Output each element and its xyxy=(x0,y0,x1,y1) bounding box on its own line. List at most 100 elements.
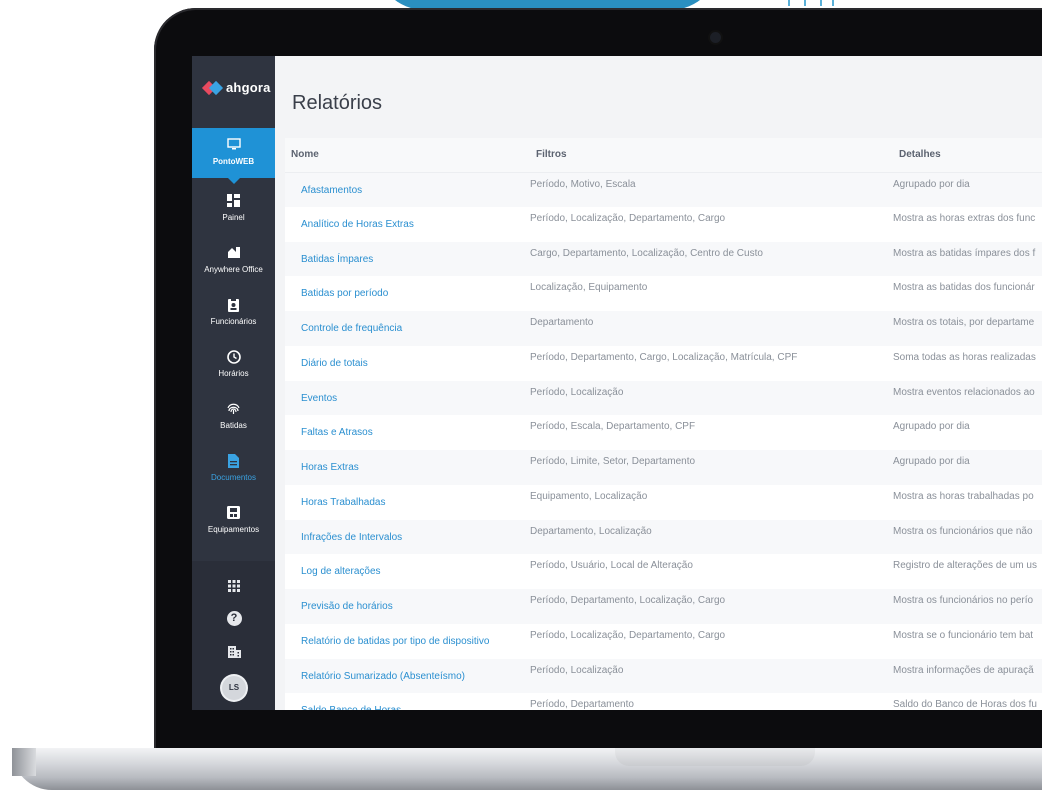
report-name-link[interactable]: Horas Trabalhadas xyxy=(285,484,530,520)
report-filters: Período, Localização, Departamento, Carg… xyxy=(530,206,893,242)
page-title: Relatórios xyxy=(292,92,383,114)
sidebar: ahgora PontoWEB Painel Anywhere Office F… xyxy=(192,56,275,710)
table-row[interactable]: Analítico de Horas Extras Período, Local… xyxy=(285,206,1042,242)
dashboard-icon xyxy=(192,194,275,210)
clock-icon xyxy=(192,350,275,366)
report-details: Registro de alterações de um us xyxy=(893,554,1042,589)
report-details: Agrupado por dia xyxy=(893,415,1042,450)
report-details: Mostra os totais, por departame xyxy=(893,311,1042,346)
report-details: Mostra as batidas dos funcionár xyxy=(893,276,1042,311)
column-header-detalhes[interactable]: Detalhes xyxy=(893,138,1042,173)
sidebar-item-anywhere-office[interactable]: Anywhere Office xyxy=(192,246,275,296)
sidebar-item-batidas[interactable]: Batidas xyxy=(192,402,275,452)
sidebar-item-label: Anywhere Office xyxy=(204,265,263,274)
sidebar-item-label: Horários xyxy=(218,369,249,378)
sidebar-item-label: Equipamentos xyxy=(207,525,260,534)
reports-table-card: Nome Filtros Detalhes Afastamentos Perío… xyxy=(285,138,1042,710)
sidebar-item-painel[interactable]: Painel xyxy=(192,194,275,244)
report-filters: Equipamento, Localização xyxy=(530,484,893,520)
report-name-link[interactable]: Previsão de horários xyxy=(285,589,530,624)
device-icon xyxy=(192,506,275,522)
column-header-nome[interactable]: Nome xyxy=(285,138,530,173)
table-row[interactable]: Horas Trabalhadas Equipamento, Localizaç… xyxy=(285,484,1042,520)
laptop-notch xyxy=(615,748,815,766)
logo-text: ahgora xyxy=(226,80,271,95)
report-details: Mostra eventos relacionados ao xyxy=(893,380,1042,416)
report-filters: Período, Localização, Departamento, Carg… xyxy=(530,623,893,659)
report-filters: Departamento, Localização xyxy=(530,519,893,555)
sidebar-item-documentos[interactable]: Documentos xyxy=(192,454,275,504)
sidebar-item-pontoweb[interactable]: PontoWEB xyxy=(192,128,275,184)
table-row[interactable]: Faltas e Atrasos Período, Escala, Depart… xyxy=(285,415,1042,450)
table-row[interactable]: Previsão de horários Período, Departamen… xyxy=(285,589,1042,624)
report-details: Soma todas as horas realizadas xyxy=(893,345,1042,381)
sidebar-item-funcionarios[interactable]: Funcionários xyxy=(192,298,275,348)
report-name-link[interactable]: Relatório de batidas por tipo de disposi… xyxy=(285,623,530,659)
report-details: Mostra as batidas ímpares dos f xyxy=(893,241,1042,277)
sidebar-item-label: Funcionários xyxy=(210,317,257,326)
report-name-link[interactable]: Analítico de Horas Extras xyxy=(285,206,530,242)
report-name-link[interactable]: Batidas por período xyxy=(285,276,530,311)
table-row[interactable]: Relatório Sumarizado (Absenteísmo) Perío… xyxy=(285,658,1042,694)
report-filters: Cargo, Departamento, Localização, Centro… xyxy=(530,241,893,277)
report-name-link[interactable]: Eventos xyxy=(285,380,530,416)
fingerprint-icon xyxy=(192,402,275,418)
table-row[interactable]: Saldo Banco de Horas Período, Departamen… xyxy=(285,693,1042,710)
table-row[interactable]: Diário de totais Período, Departamento, … xyxy=(285,345,1042,381)
report-name-link[interactable]: Relatório Sumarizado (Absenteísmo) xyxy=(285,658,530,694)
report-filters: Período, Motivo, Escala xyxy=(530,172,893,207)
sidebar-item-label: PontoWEB xyxy=(212,157,255,166)
report-filters: Período, Localização xyxy=(530,380,893,416)
table-row[interactable]: Log de alterações Período, Usuário, Loca… xyxy=(285,554,1042,589)
table-row[interactable]: Batidas Ímpares Cargo, Departamento, Loc… xyxy=(285,241,1042,277)
sidebar-item-horarios[interactable]: Horários xyxy=(192,350,275,400)
table-row[interactable]: Infrações de Intervalos Departamento, Lo… xyxy=(285,519,1042,555)
sidebar-item-equipamentos[interactable]: Equipamentos xyxy=(192,506,275,556)
document-icon xyxy=(192,454,275,470)
report-details: Mostra os funcionários no perío xyxy=(893,589,1042,624)
report-details: Mostra se o funcionário tem bat xyxy=(893,623,1042,659)
report-filters: Período, Localização xyxy=(530,658,893,694)
report-name-link[interactable]: Batidas Ímpares xyxy=(285,241,530,277)
report-details: Mostra os funcionários que não xyxy=(893,519,1042,555)
report-name-link[interactable]: Afastamentos xyxy=(285,172,530,207)
table-row[interactable]: Relatório de batidas por tipo de disposi… xyxy=(285,623,1042,659)
report-filters: Localização, Equipamento xyxy=(530,276,893,311)
report-name-link[interactable]: Log de alterações xyxy=(285,554,530,589)
table-row[interactable]: Batidas por período Localização, Equipam… xyxy=(285,276,1042,311)
table-row[interactable]: Controle de frequência Departamento Most… xyxy=(285,311,1042,346)
report-filters: Período, Departamento, Localização, Carg… xyxy=(530,589,893,624)
report-details: Mostra informações de apuraçã xyxy=(893,658,1042,694)
report-filters: Período, Usuário, Local de Alteração xyxy=(530,554,893,589)
decorative-lines xyxy=(788,0,834,6)
logo[interactable]: ahgora xyxy=(204,80,271,95)
report-name-link[interactable]: Saldo Banco de Horas xyxy=(285,693,530,710)
grid-icon[interactable] xyxy=(222,575,246,599)
table-row[interactable]: Eventos Período, Localização Mostra even… xyxy=(285,380,1042,416)
sidebar-item-label: Batidas xyxy=(220,421,247,430)
report-name-link[interactable]: Faltas e Atrasos xyxy=(285,415,530,450)
avatar[interactable]: LS xyxy=(222,676,246,700)
app-screen: ahgora PontoWEB Painel Anywhere Office F… xyxy=(192,56,1042,710)
report-name-link[interactable]: Horas Extras xyxy=(285,450,530,485)
report-details: Mostra as horas trabalhadas po xyxy=(893,484,1042,520)
badge-icon xyxy=(192,298,275,314)
ahgora-logo-icon xyxy=(204,81,222,95)
report-name-link[interactable]: Infrações de Intervalos xyxy=(285,519,530,555)
building-icon[interactable] xyxy=(222,641,246,665)
sidebar-item-label: Painel xyxy=(222,213,245,222)
laptop-mockup: ahgora PontoWEB Painel Anywhere Office F… xyxy=(0,0,1042,790)
home-office-icon xyxy=(192,246,275,262)
report-name-link[interactable]: Diário de totais xyxy=(285,345,530,381)
main-content: Relatórios Nome Filtros Detalhes Afastam… xyxy=(275,56,1042,710)
laptop-base-edge xyxy=(12,748,36,776)
table-row[interactable]: Horas Extras Período, Limite, Setor, Dep… xyxy=(285,450,1042,485)
table-row[interactable]: Afastamentos Período, Motivo, Escala Agr… xyxy=(285,172,1042,207)
help-icon[interactable]: ? xyxy=(222,607,246,631)
report-name-link[interactable]: Controle de frequência xyxy=(285,311,530,346)
monitor-icon xyxy=(192,128,275,154)
column-header-filtros[interactable]: Filtros xyxy=(530,138,893,173)
reports-table: Nome Filtros Detalhes Afastamentos Perío… xyxy=(285,138,1042,710)
report-details: Mostra as horas extras dos func xyxy=(893,206,1042,242)
report-details: Saldo do Banco de Horas dos fu xyxy=(893,693,1042,710)
